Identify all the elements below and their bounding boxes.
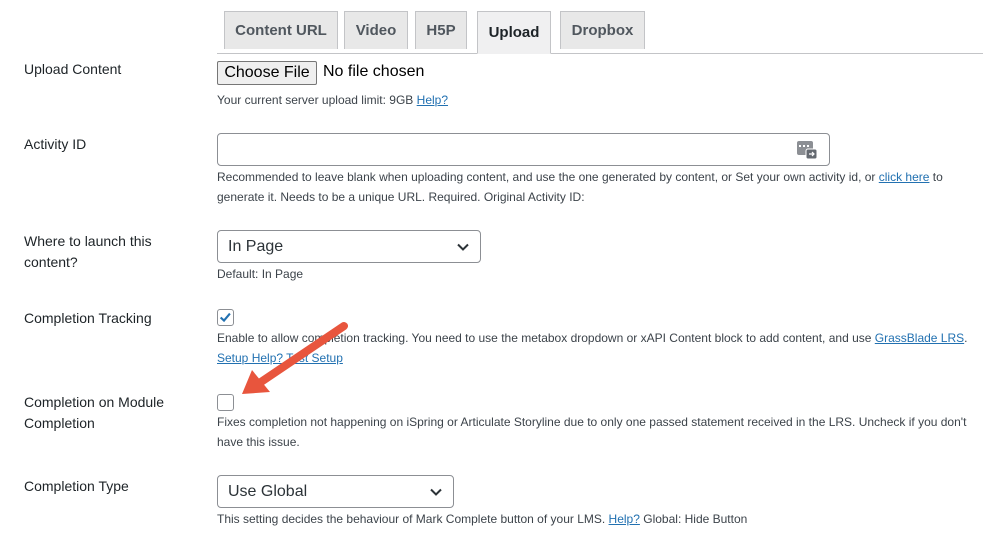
activity-id-description: Recommended to leave blank when uploadin… xyxy=(217,167,977,207)
activity-id-desc-1: Recommended to leave blank when uploadin… xyxy=(217,170,876,184)
completion-type-value: Use Global xyxy=(228,482,308,500)
tab-dropbox[interactable]: Dropbox xyxy=(560,11,645,49)
completion-type-desc-1: This setting decides the behaviour of Ma… xyxy=(217,512,606,526)
launch-select-value: In Page xyxy=(228,237,284,255)
checkmark-icon xyxy=(219,312,231,323)
tab-h5p[interactable]: H5P xyxy=(415,11,467,49)
completion-type-help-link[interactable]: Help? xyxy=(609,512,640,526)
tab-video[interactable]: Video xyxy=(344,11,408,49)
test-setup-link[interactable]: Test Setup xyxy=(286,351,343,365)
activity-id-desc-2: to xyxy=(932,170,943,184)
completion-type-description: This setting decides the behaviour of Ma… xyxy=(217,509,747,529)
grassblade-lrs-link[interactable]: GrassBlade LRS xyxy=(875,331,964,345)
completion-type-select[interactable]: Use Global xyxy=(217,475,454,508)
setup-help-link[interactable]: Setup Help? xyxy=(217,351,283,365)
chevron-down-icon xyxy=(457,243,469,251)
upload-help-link[interactable]: Help? xyxy=(417,93,448,107)
activity-id-input[interactable] xyxy=(217,133,830,166)
file-status-text: No file chosen xyxy=(323,63,425,80)
activity-id-desc-3: generate it. Needs to be a unique URL. R… xyxy=(217,190,585,204)
completion-tracking-period: . xyxy=(964,331,968,345)
module-completion-checkbox[interactable] xyxy=(217,394,234,411)
completion-tracking-checkbox[interactable] xyxy=(217,309,234,326)
click-here-link[interactable]: click here xyxy=(879,170,930,184)
chevron-down-icon xyxy=(430,488,442,496)
upload-limit-text: Your current server upload limit: 9GB He… xyxy=(217,90,448,110)
content-source-tabs: Content URL Video H5P Upload Dropbox xyxy=(217,11,983,54)
completion-type-label: Completion Type xyxy=(24,478,129,494)
completion-tracking-label: Completion Tracking xyxy=(24,310,152,326)
completion-tracking-desc: Enable to allow completion tracking. You… xyxy=(217,331,872,345)
generate-id-icon[interactable] xyxy=(797,140,817,160)
upload-content-label: Upload Content xyxy=(24,61,122,77)
completion-type-desc-2: Global: Hide Button xyxy=(643,512,748,526)
completion-tracking-description: Enable to allow completion tracking. You… xyxy=(217,328,977,368)
choose-file-button[interactable]: Choose File xyxy=(217,61,317,85)
launch-default-text: Default: In Page xyxy=(217,267,304,281)
upload-limit-label: Your current server upload limit: 9GB xyxy=(217,93,414,107)
launch-label: Where to launch this content? xyxy=(24,233,152,270)
tab-content-url[interactable]: Content URL xyxy=(224,11,338,49)
activity-id-label: Activity ID xyxy=(24,136,87,152)
module-completion-description: Fixes completion not happening on iSprin… xyxy=(217,415,967,449)
tab-upload[interactable]: Upload xyxy=(477,11,551,54)
module-completion-label: Completion on Module Completion xyxy=(24,394,165,431)
launch-select[interactable]: In Page xyxy=(217,230,481,263)
